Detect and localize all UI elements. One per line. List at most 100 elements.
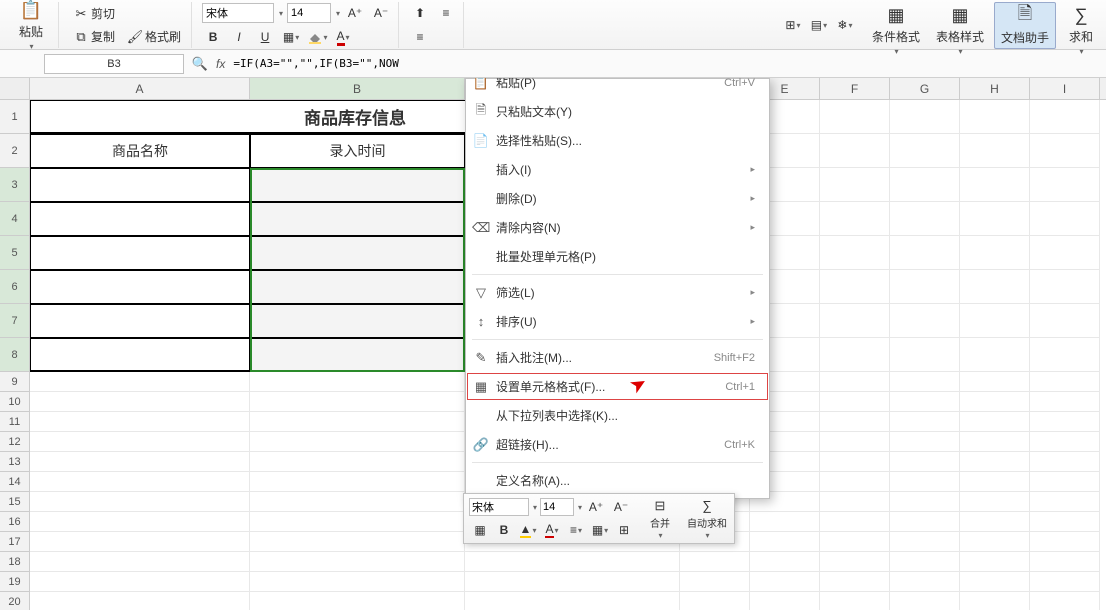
font-name-select[interactable]: [202, 3, 274, 23]
cell[interactable]: [820, 372, 890, 392]
row-header-3[interactable]: 3: [0, 168, 30, 202]
cell[interactable]: [1030, 512, 1100, 532]
cell[interactable]: [960, 472, 1030, 492]
cell[interactable]: [820, 552, 890, 572]
cell[interactable]: [750, 532, 820, 552]
cell[interactable]: [960, 532, 1030, 552]
cell-B8[interactable]: [250, 338, 465, 372]
cut-button[interactable]: ✂剪切: [69, 3, 119, 24]
bold-button[interactable]: B: [202, 26, 224, 48]
cell[interactable]: [890, 552, 960, 572]
ctx-item-3[interactable]: 插入(I)▸: [466, 155, 769, 184]
cell[interactable]: [960, 304, 1030, 338]
row-header-16[interactable]: 16: [0, 512, 30, 532]
header-entry-time[interactable]: 录入时间: [250, 134, 465, 168]
cell[interactable]: [465, 592, 680, 610]
col-header-F[interactable]: F: [820, 78, 890, 99]
italic-button[interactable]: I: [228, 26, 250, 48]
cell[interactable]: [250, 512, 465, 532]
align-top-icon[interactable]: ⬆: [409, 2, 431, 24]
font-size-select[interactable]: [287, 3, 331, 23]
cell[interactable]: [890, 412, 960, 432]
cell[interactable]: [30, 432, 250, 452]
cell[interactable]: [1030, 100, 1100, 134]
row-header-20[interactable]: 20: [0, 592, 30, 610]
cell[interactable]: [960, 338, 1030, 372]
cell[interactable]: [890, 572, 960, 592]
cell[interactable]: [1030, 202, 1100, 236]
cell-B4[interactable]: [250, 202, 465, 236]
col-header-I[interactable]: I: [1030, 78, 1100, 99]
ctx-item-6[interactable]: 批量处理单元格(P): [466, 242, 769, 271]
col-header-A[interactable]: A: [30, 78, 250, 99]
cell[interactable]: [30, 572, 250, 592]
cell[interactable]: [1030, 134, 1100, 168]
cell[interactable]: [250, 412, 465, 432]
cell-B5[interactable]: [250, 236, 465, 270]
cell[interactable]: [750, 572, 820, 592]
row-header-4[interactable]: 4: [0, 202, 30, 236]
cell[interactable]: [820, 304, 890, 338]
row-header-19[interactable]: 19: [0, 572, 30, 592]
cell[interactable]: [890, 304, 960, 338]
fill-color-button[interactable]: ▾: [306, 26, 328, 48]
cell[interactable]: [890, 492, 960, 512]
cell[interactable]: [250, 532, 465, 552]
cell[interactable]: [250, 492, 465, 512]
ctx-item-2[interactable]: 📄选择性粘贴(S)...: [466, 126, 769, 155]
mini-font-size[interactable]: [540, 498, 574, 516]
cell[interactable]: [820, 472, 890, 492]
cell[interactable]: [680, 592, 750, 610]
cell[interactable]: [960, 134, 1030, 168]
cell[interactable]: [1030, 168, 1100, 202]
conditional-format-button[interactable]: ▦ 条件格式▾: [866, 2, 926, 58]
mini-font-name[interactable]: [469, 498, 529, 516]
doc-helper-button[interactable]: 🗎 文档助手: [994, 2, 1056, 49]
cell[interactable]: [890, 236, 960, 270]
row-header-14[interactable]: 14: [0, 472, 30, 492]
cell[interactable]: [890, 592, 960, 610]
align-middle-icon[interactable]: ≡: [435, 2, 457, 24]
select-all-corner[interactable]: [0, 78, 30, 99]
cell[interactable]: [30, 412, 250, 432]
cell[interactable]: [820, 592, 890, 610]
cell[interactable]: [680, 552, 750, 572]
cell[interactable]: [1030, 338, 1100, 372]
cell[interactable]: [30, 472, 250, 492]
cell[interactable]: [890, 432, 960, 452]
cell[interactable]: [250, 372, 465, 392]
row-header-18[interactable]: 18: [0, 552, 30, 572]
mini-font-color-button[interactable]: A▾: [541, 520, 563, 540]
cell[interactable]: [30, 552, 250, 572]
cell[interactable]: [465, 572, 680, 592]
cell[interactable]: [890, 532, 960, 552]
mini-bold-button[interactable]: B: [493, 520, 515, 540]
cell-A7[interactable]: [30, 304, 250, 338]
cell[interactable]: [890, 512, 960, 532]
header-product-name[interactable]: 商品名称: [30, 134, 250, 168]
table-style-button[interactable]: ▦ 表格样式▾: [930, 2, 990, 58]
cell[interactable]: [1030, 532, 1100, 552]
cell[interactable]: [890, 270, 960, 304]
ctx-item-8[interactable]: ↕排序(U)▸: [466, 307, 769, 336]
cell[interactable]: [820, 392, 890, 412]
ctx-item-13[interactable]: 定义名称(A)...: [466, 466, 769, 495]
cell[interactable]: [820, 270, 890, 304]
cell[interactable]: [1030, 552, 1100, 572]
row-header-6[interactable]: 6: [0, 270, 30, 304]
worksheet-icon[interactable]: ▤▾: [808, 14, 830, 36]
cell[interactable]: [250, 572, 465, 592]
cell[interactable]: [820, 492, 890, 512]
cell[interactable]: [250, 452, 465, 472]
cell[interactable]: [820, 202, 890, 236]
row-header-17[interactable]: 17: [0, 532, 30, 552]
col-header-G[interactable]: G: [890, 78, 960, 99]
cell[interactable]: [820, 236, 890, 270]
cell[interactable]: [960, 592, 1030, 610]
copy-button[interactable]: ⧉复制: [69, 26, 119, 47]
row-header-1[interactable]: 1: [0, 100, 30, 134]
cell[interactable]: [30, 392, 250, 412]
cell[interactable]: [1030, 392, 1100, 412]
cell[interactable]: [250, 552, 465, 572]
cell-B7[interactable]: [250, 304, 465, 338]
